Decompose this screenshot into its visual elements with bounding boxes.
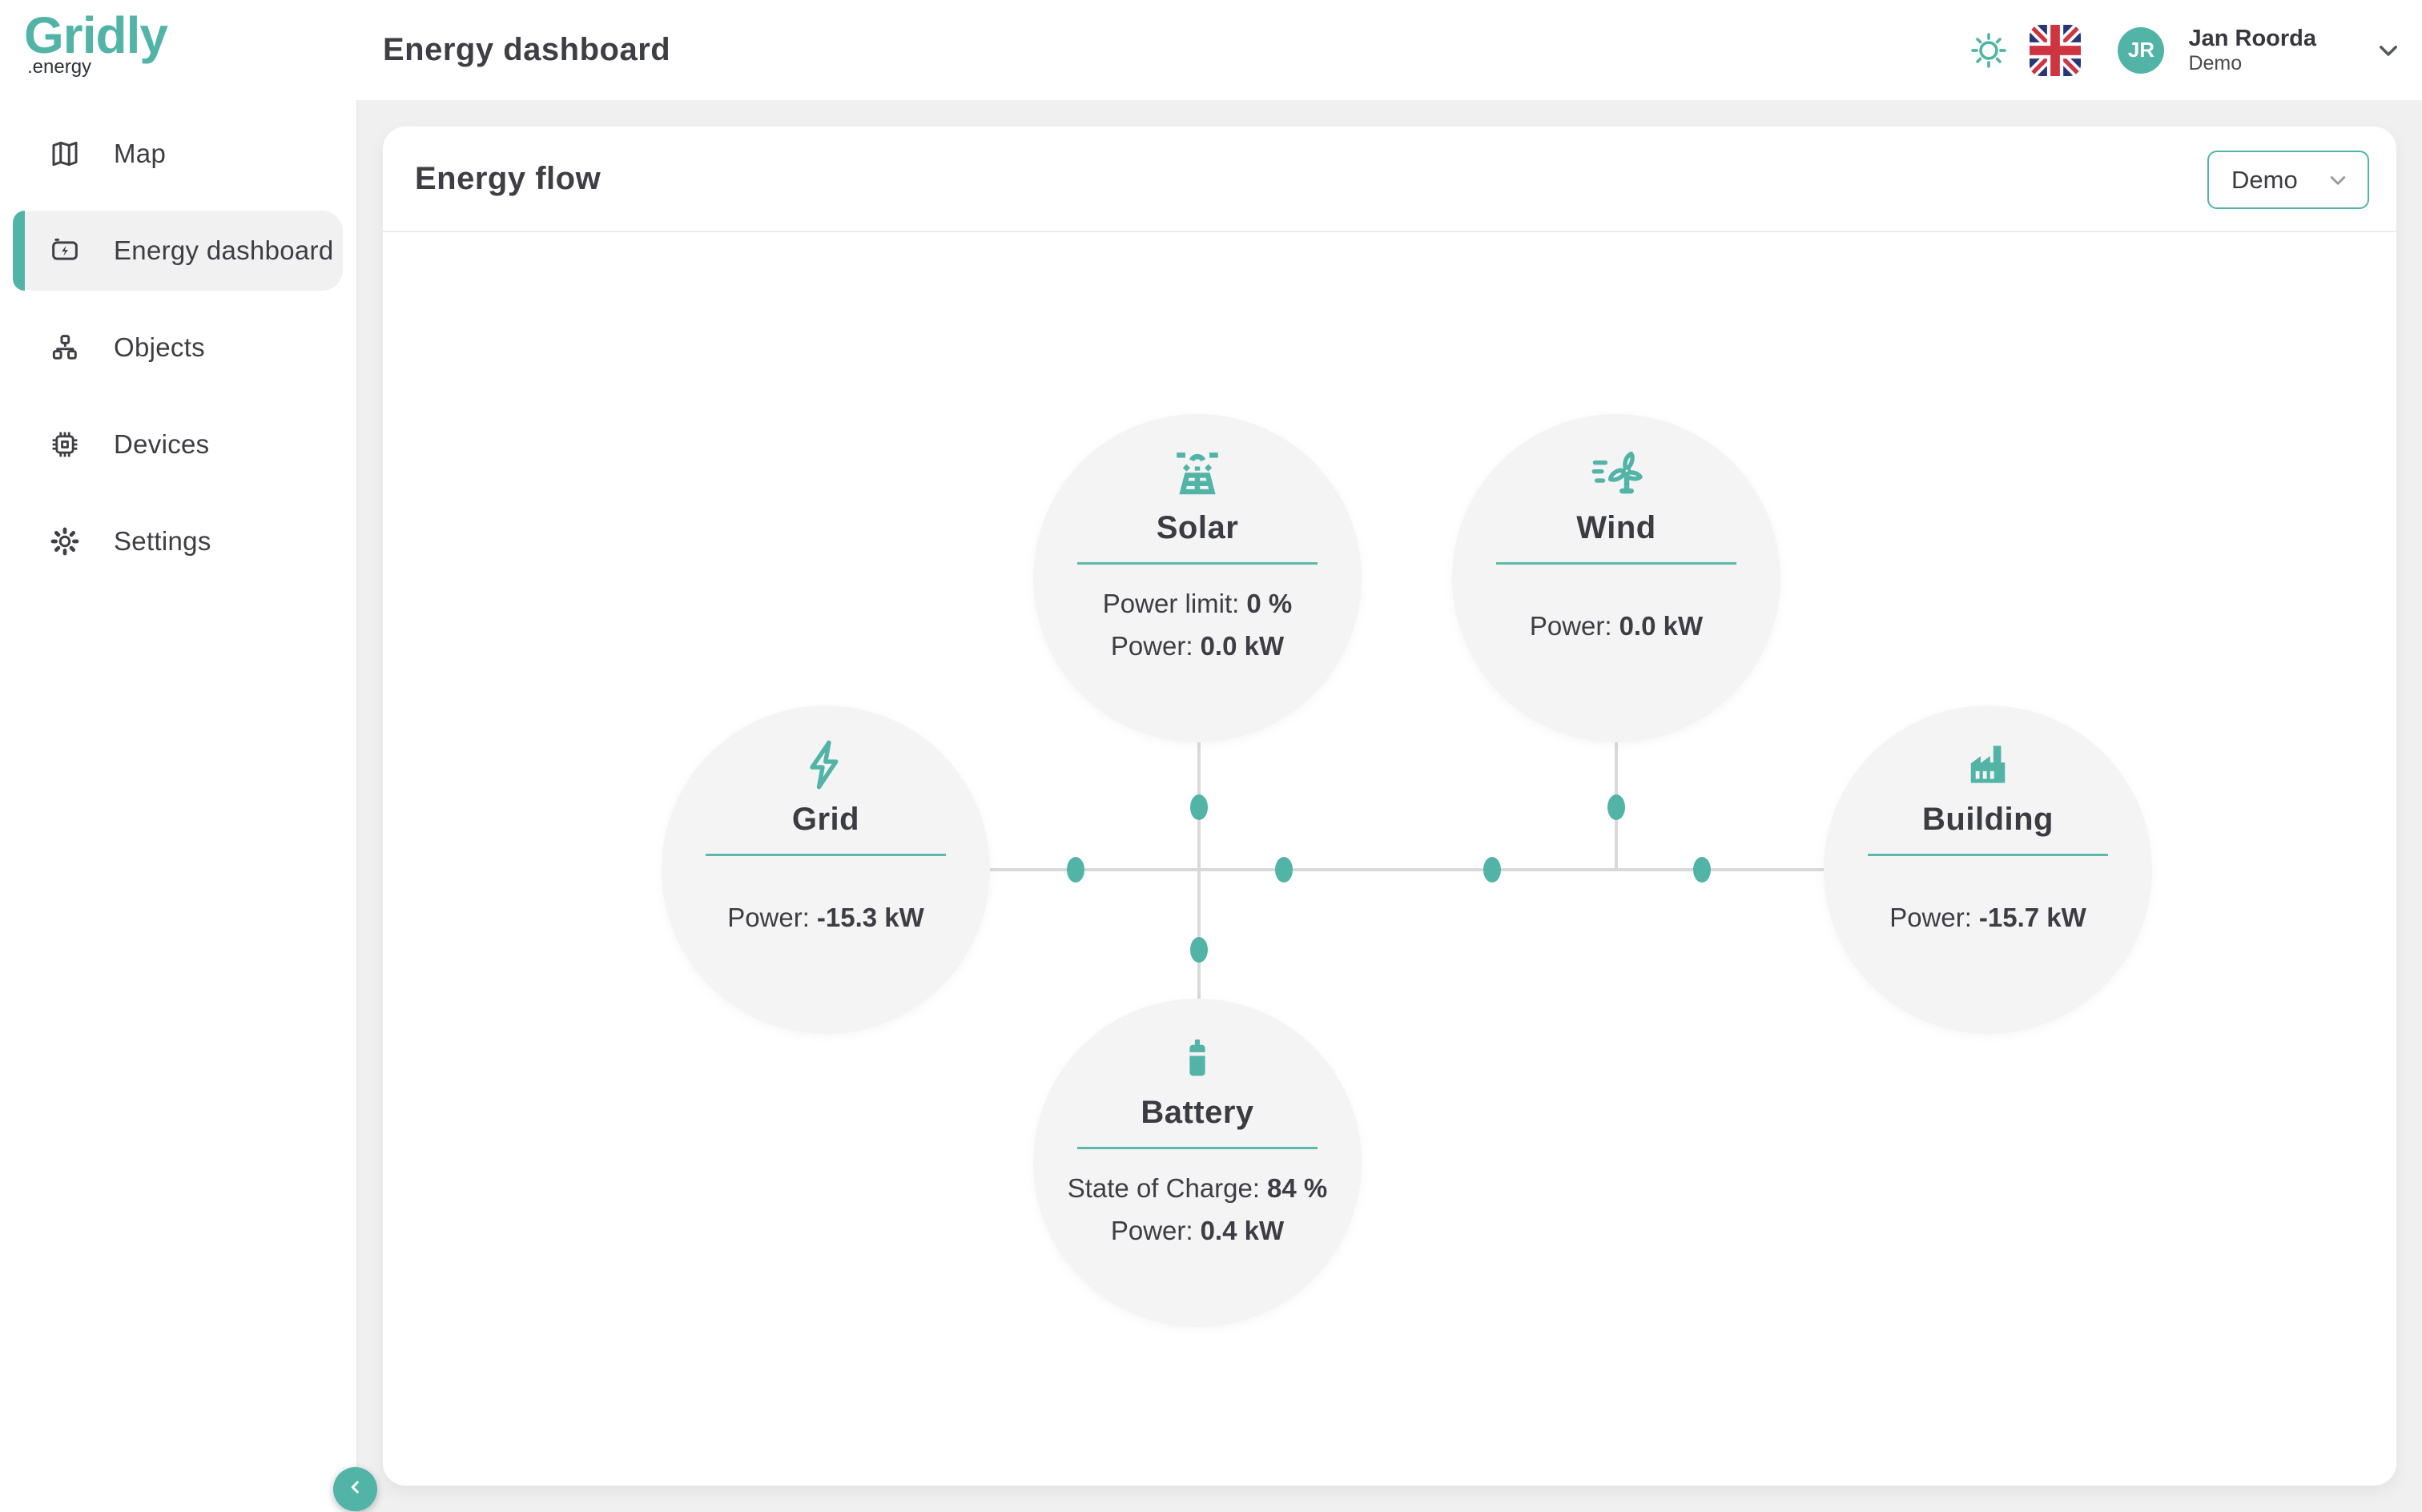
sidebar-item-label: Energy dashboard [114,235,334,266]
flow-dot [1483,857,1501,883]
sidebar-item-devices[interactable]: Devices [13,404,343,485]
sidebar-nav: Map Energy dashboard [13,114,343,598]
gridly-logo[interactable]: Gridly .energy [24,8,167,77]
user-menu[interactable]: Jan Roorda Demo [2188,25,2316,75]
app-root: Gridly .energy Energy dashboard [0,0,2422,1512]
node-divider [1077,562,1318,565]
node-stats: State of Charge:84 % Power:0.4 kW [1033,1167,1362,1252]
energy-dashboard-icon [48,234,82,267]
sun-icon [1970,58,2007,72]
sidebar-item-objects[interactable]: Objects [13,308,343,388]
settings-gear-icon [48,525,82,558]
user-role: Demo [2188,52,2316,75]
node-wind: Wind Power:0.0 kW [1452,414,1780,742]
node-stats: Power:-15.7 kW [1824,896,2152,939]
factory-building-icon [1824,738,2152,795]
energy-flow-card: Energy flow Demo [383,127,2396,1486]
header-right-cluster: JR Jan Roorda Demo [1970,0,2404,100]
chevron-down-icon [2372,56,2404,70]
node-solar: Solar Power limit:0 % Power:0.0 kW [1033,414,1362,742]
battery-icon [1033,1031,1362,1088]
stat-line: State of Charge:84 % [1033,1167,1362,1209]
objects-icon [48,331,82,364]
sidebar-item-label: Objects [114,332,205,363]
node-divider [706,854,946,856]
devices-chip-icon [48,428,82,461]
node-stats: Power:0.0 kW [1452,605,1780,647]
flow-dot [1067,857,1084,883]
flow-dot [1190,794,1208,820]
node-building: Building Power:-15.7 kW [1824,706,2152,1034]
sidebar-item-energy-dashboard[interactable]: Energy dashboard [13,211,343,291]
stat-line: Power limit:0 % [1033,582,1362,625]
stat-line: Power:-15.7 kW [1824,896,2152,939]
uk-flag-icon [2030,66,2081,76]
node-title: Grid [662,802,990,838]
user-avatar[interactable]: JR [2118,27,2164,74]
node-title: Building [1824,802,2152,838]
energy-flow-diagram: Solar Power limit:0 % Power:0.0 kW [383,127,2396,1486]
user-name: Jan Roorda [2188,25,2316,52]
stat-line: Power:0.0 kW [1452,605,1780,647]
node-divider [1868,854,2108,856]
wind-turbine-icon [1452,446,1780,504]
chevron-left-icon [344,1475,368,1503]
node-grid: Grid Power:-15.3 kW [662,706,990,1034]
sidebar-item-map[interactable]: Map [13,114,343,194]
node-divider [1496,562,1736,565]
sidebar: Map Energy dashboard [0,100,358,1512]
flow-dot [1275,857,1293,883]
logo-text: Gridly [24,8,167,62]
node-title: Battery [1033,1095,1362,1131]
solar-panel-icon [1033,446,1362,504]
flow-dot [1190,937,1208,963]
language-selector-uk-flag[interactable] [2030,25,2081,76]
page-title: Energy dashboard [383,0,670,100]
sidebar-item-label: Settings [114,526,211,557]
node-battery: Battery State of Charge:84 % Power:0.4 k… [1033,999,1362,1327]
node-divider [1077,1147,1318,1149]
node-stats: Power limit:0 % Power:0.0 kW [1033,582,1362,667]
main-content: Energy flow Demo [358,100,2422,1512]
node-stats: Power:-15.3 kW [662,896,990,939]
sidebar-item-label: Devices [114,429,209,460]
sidebar-collapse-button[interactable] [333,1467,377,1511]
sidebar-item-label: Map [114,139,166,169]
stat-line: Power:0.4 kW [1033,1209,1362,1252]
map-icon [48,137,82,171]
flow-dot [1693,857,1711,883]
stat-line: Power:0.0 kW [1033,625,1362,667]
theme-toggle-button[interactable] [1970,32,2007,69]
sidebar-item-settings[interactable]: Settings [13,501,343,581]
user-menu-button[interactable] [2372,34,2404,66]
flow-dot [1607,794,1625,820]
lightning-bolt-icon [662,738,990,795]
node-title: Wind [1452,510,1780,546]
top-header: Gridly .energy Energy dashboard [0,0,2422,100]
stat-line: Power:-15.3 kW [662,896,990,939]
node-title: Solar [1033,510,1362,546]
